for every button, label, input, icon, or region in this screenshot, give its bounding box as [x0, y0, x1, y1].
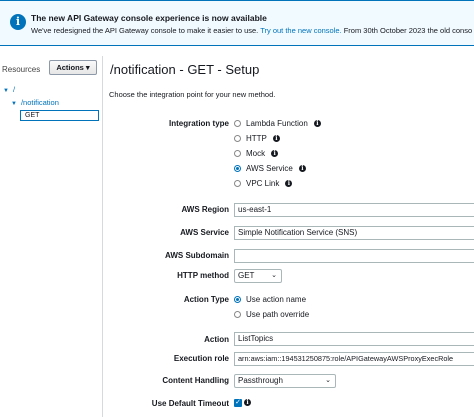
http-method-select[interactable]: GET ⌄ [234, 269, 282, 283]
radio-aws-service[interactable]: AWS Service i [234, 164, 306, 173]
actions-button[interactable]: Actions ▾ [49, 60, 97, 75]
info-icon[interactable]: i [285, 180, 293, 187]
default-timeout-label: Use Default Timeout [151, 399, 229, 408]
chevron-down-icon: ⌄ [325, 377, 331, 384]
radio-button[interactable] [234, 120, 241, 127]
aws-service-label: AWS Service [180, 228, 229, 237]
info-icon[interactable]: i [313, 120, 321, 127]
resources-panel: Resources Actions ▾ ▼ / ▼/notification GE… [0, 56, 103, 417]
radio-button-selected[interactable] [234, 296, 241, 303]
banner-text: We've redesigned the API Gateway console… [31, 26, 473, 35]
info-icon[interactable]: i [298, 165, 306, 172]
default-timeout-checkbox[interactable]: ✓ [234, 399, 242, 407]
radio-mock[interactable]: Mock i [234, 149, 279, 158]
banner-title: The new API Gateway console experience i… [31, 13, 267, 23]
content-handling-select[interactable]: Passthrough ⌄ [234, 374, 336, 388]
method-setup-panel: /notification - GET - Setup Choose the i… [104, 56, 474, 417]
info-icon[interactable]: i [271, 150, 279, 157]
tree-item-notification[interactable]: ▼/notification [11, 98, 59, 107]
http-method-label: HTTP method [177, 271, 229, 280]
tree-item-get[interactable]: GET [20, 110, 99, 121]
radio-lambda-function[interactable]: Lambda Function i [234, 119, 321, 128]
tree-item-root[interactable]: ▼ / [3, 85, 15, 94]
radio-button[interactable] [234, 311, 241, 318]
info-icon: i [10, 14, 26, 30]
radio-use-path-override[interactable]: Use path override [234, 310, 309, 319]
info-banner: i The new API Gateway console experience… [0, 0, 474, 46]
radio-button[interactable] [234, 135, 241, 142]
radio-vpc-link[interactable]: VPC Link i [234, 179, 293, 188]
aws-region-input[interactable]: us-east-1 [234, 203, 474, 217]
page-title: /notification - GET - Setup [110, 62, 260, 77]
radio-http[interactable]: HTTP i [234, 134, 280, 143]
resources-label: Resources [2, 65, 41, 74]
caret-down-icon: ▾ [85, 63, 90, 72]
aws-subdomain-label: AWS Subdomain [165, 251, 229, 260]
radio-button[interactable] [234, 180, 241, 187]
aws-region-label: AWS Region [181, 205, 229, 214]
expand-triangle-icon[interactable]: ▼ [11, 101, 17, 107]
page-subtitle: Choose the integration point for your ne… [109, 90, 276, 99]
chevron-down-icon: ⌄ [271, 272, 277, 279]
radio-button[interactable] [234, 150, 241, 157]
info-icon[interactable]: i [244, 399, 251, 406]
action-type-label: Action Type [183, 295, 229, 304]
integration-type-label: Integration type [168, 119, 229, 128]
action-label: Action [204, 335, 229, 344]
action-input[interactable]: ListTopics [234, 332, 474, 346]
new-console-link[interactable]: Try out the new console. [260, 26, 341, 35]
radio-button-selected[interactable] [234, 165, 241, 172]
aws-service-input[interactable]: Simple Notification Service (SNS) [234, 226, 474, 240]
radio-use-action-name[interactable]: Use action name [234, 295, 306, 304]
aws-subdomain-input[interactable] [234, 249, 474, 263]
execution-role-label: Execution role [173, 354, 229, 363]
expand-triangle-icon[interactable]: ▼ [3, 88, 9, 94]
content-handling-label: Content Handling [162, 376, 229, 385]
execution-role-input[interactable]: arn:aws:iam::194531250875:role/APIGatewa… [234, 352, 474, 366]
info-icon[interactable]: i [272, 135, 280, 142]
